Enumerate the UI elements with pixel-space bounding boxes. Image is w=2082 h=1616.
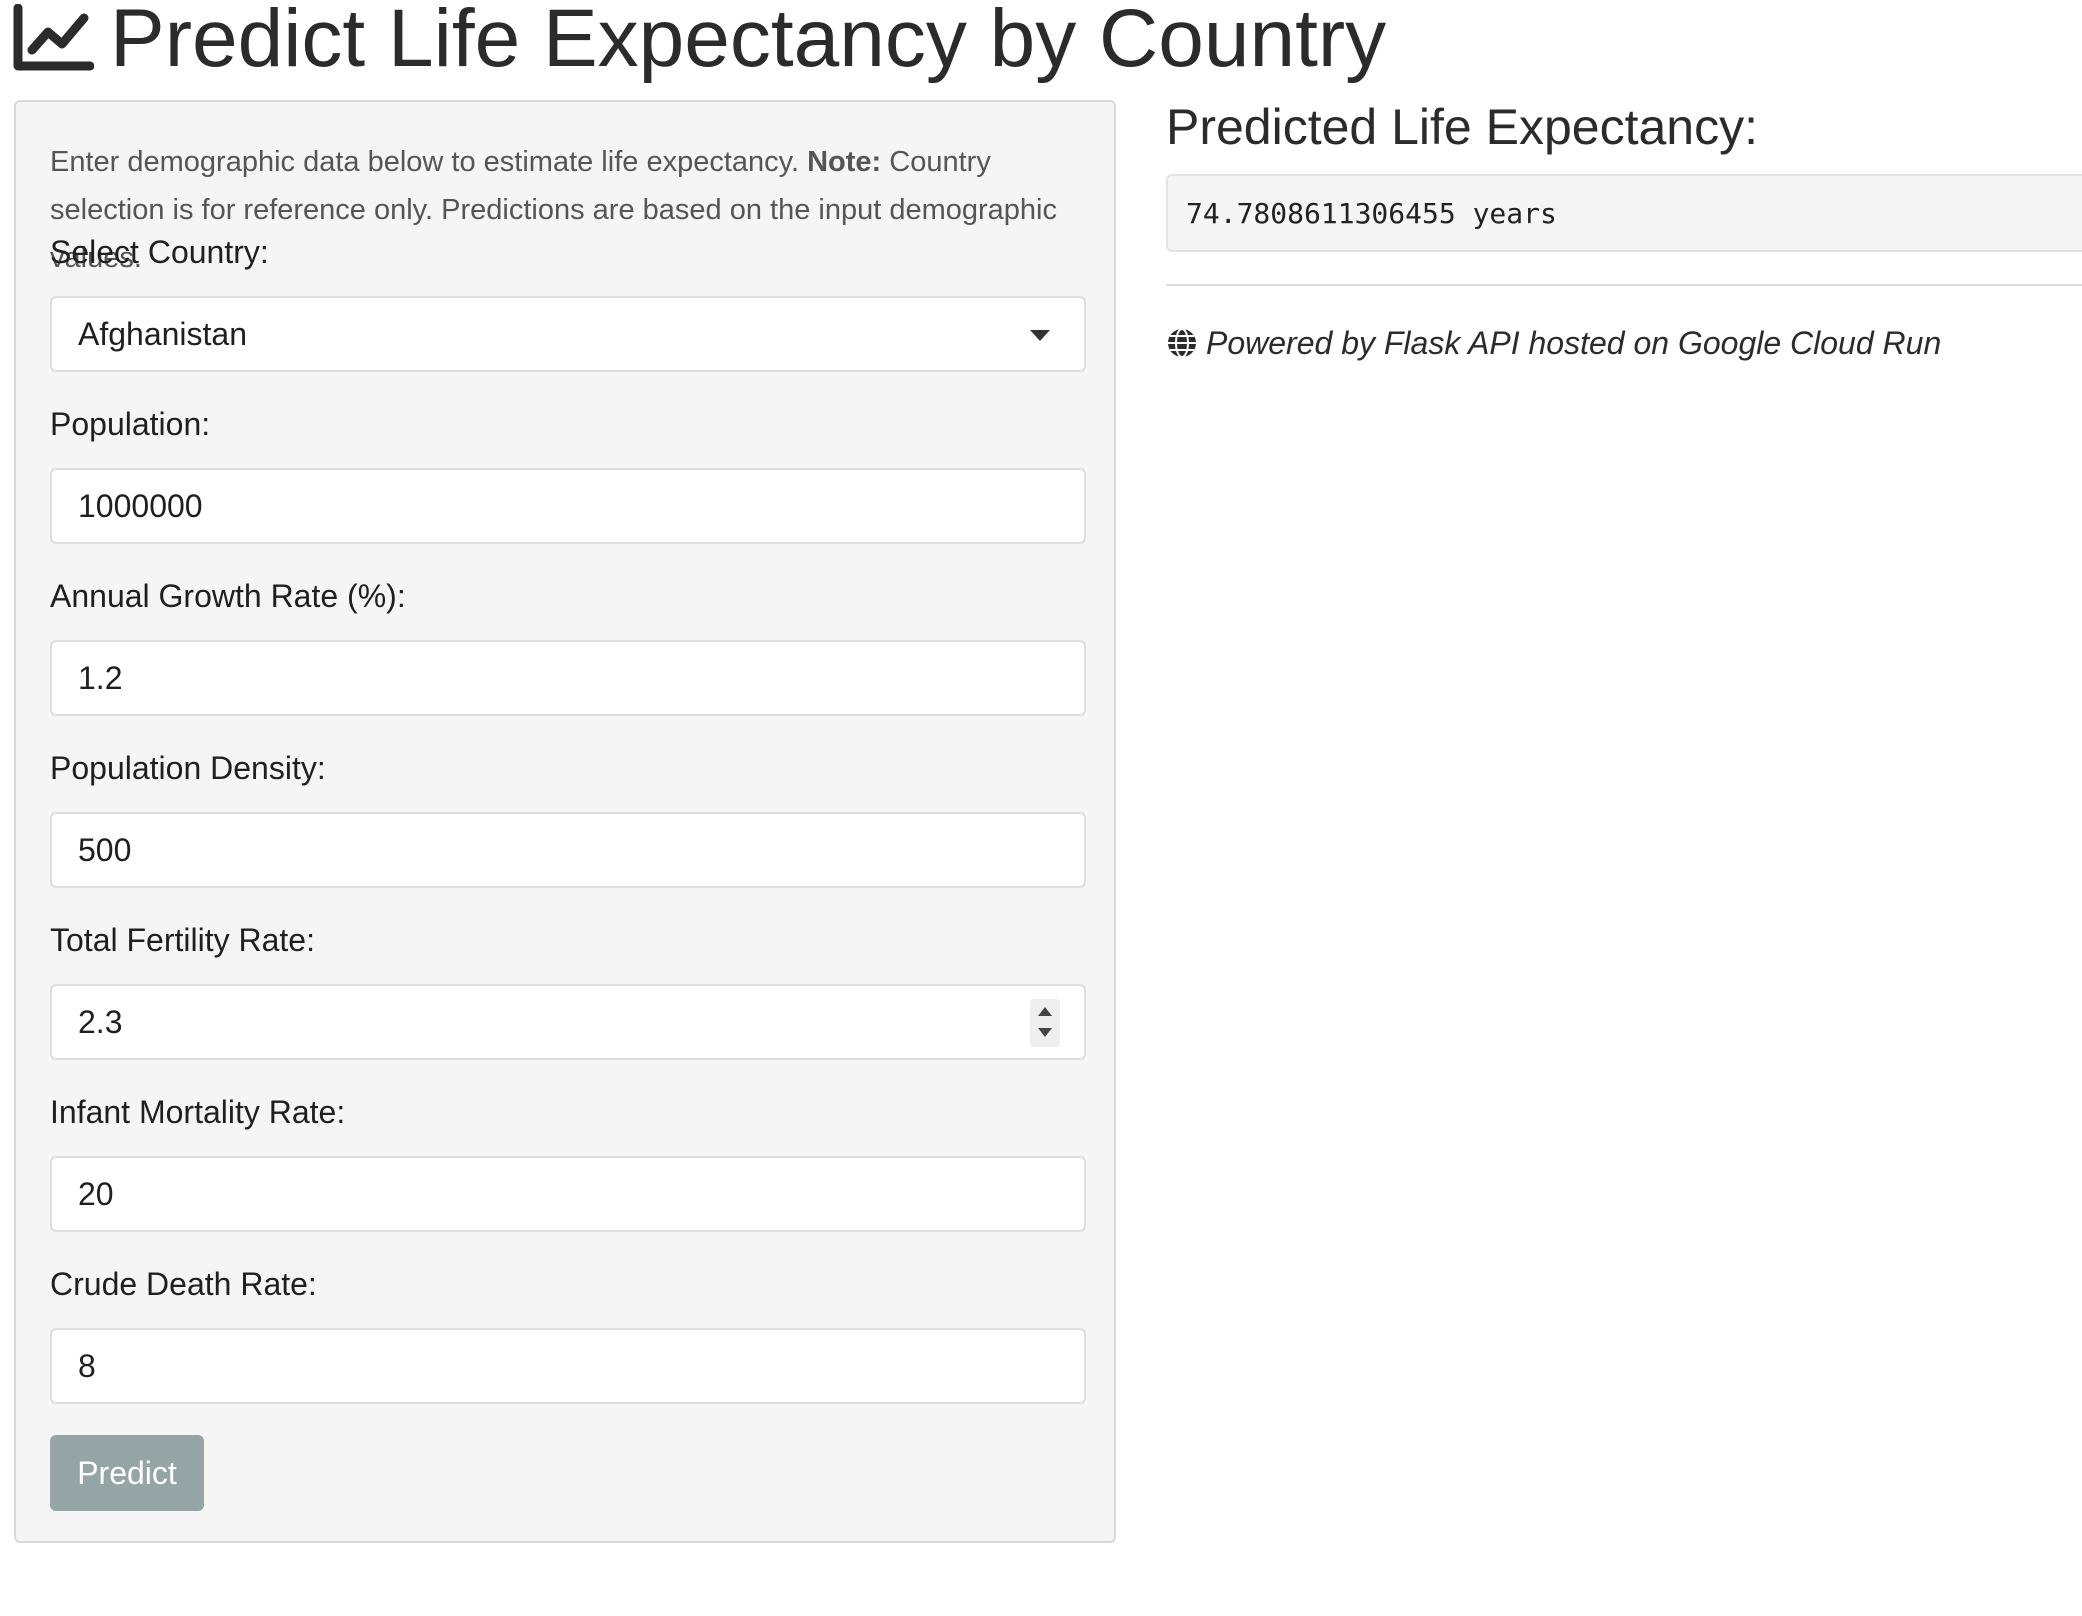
fertility-label: Total Fertility Rate: [50,922,315,958]
country-label: Select Country: [50,234,269,270]
globe-icon [1168,328,1196,358]
infant-mortality-value: 20 [78,1175,114,1212]
powered-by: Powered by Flask API hosted on Google Cl… [1166,320,1941,366]
page-title: Predict Life Expectancy by Country [12,0,1386,84]
density-label: Population Density: [50,750,326,786]
country-select[interactable]: Afghanistan [50,296,1086,372]
population-label: Population: [50,406,211,442]
powered-by-text: Powered by Flask API hosted on Google Cl… [1206,324,1942,361]
spin-down-icon[interactable] [1038,1028,1052,1037]
result-heading: Predicted Life Expectancy: [1166,99,1758,155]
growth-rate-input[interactable]: 1.2 [50,640,1086,716]
divider [1166,284,2082,286]
number-spinner[interactable] [1030,999,1060,1047]
result-output: 74.7808611306455 years [1166,174,2082,252]
spin-up-icon[interactable] [1038,1007,1052,1016]
density-value: 500 [78,831,132,868]
result-value: 74.7808611306455 years [1186,196,1557,230]
input-panel: Enter demographic data below to estimate… [14,100,1116,1543]
population-input[interactable]: 1000000 [50,468,1086,544]
chevron-down-icon [1030,330,1050,341]
death-rate-input[interactable]: 8 [50,1328,1086,1404]
infant-mortality-input[interactable]: 20 [50,1156,1086,1232]
fertility-value: 2.3 [78,1003,123,1040]
population-value: 1000000 [78,487,203,524]
growth-rate-value: 1.2 [78,659,123,696]
infant-mortality-label: Infant Mortality Rate: [50,1094,346,1130]
intro-sentence: Enter demographic data below to estimate… [50,146,800,178]
predict-button[interactable]: Predict [50,1435,204,1511]
country-select-value: Afghanistan [78,315,248,352]
note-label: Note: [807,146,882,178]
fertility-input[interactable]: 2.3 [50,984,1086,1060]
death-rate-label: Crude Death Rate: [50,1266,317,1302]
growth-rate-label: Annual Growth Rate (%): [50,578,406,614]
line-chart-icon [13,4,94,71]
density-input[interactable]: 500 [50,812,1086,888]
page-title-text: Predict Life Expectancy by Country [110,0,1387,84]
death-rate-value: 8 [78,1347,96,1384]
